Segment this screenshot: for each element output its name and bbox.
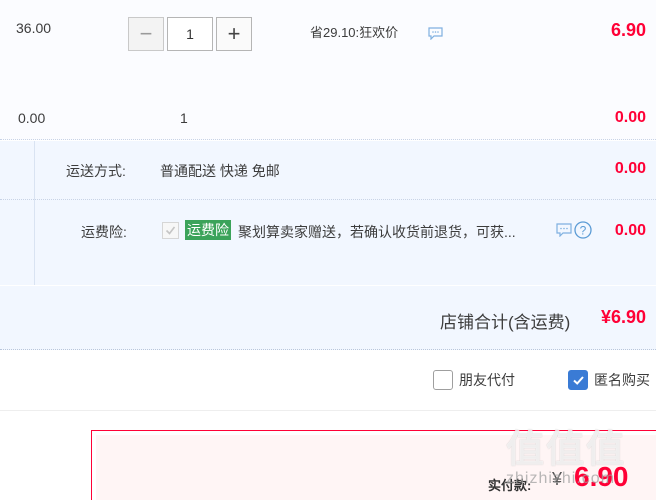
unit-price: 36.00 [16,20,52,36]
decrease-quantity-button[interactable]: − [128,17,164,51]
gift-subtotal: 0.00 [614,109,646,126]
gift-item-row: 0.00 1 0.00 [0,92,656,140]
section-divider [34,141,35,285]
check-icon [165,226,176,235]
row-divider [0,199,656,200]
shipping-method[interactable]: 普通配送 快递 免邮 [160,161,280,181]
store-total-value: ¥6.90 [600,307,646,327]
shipping-section: 运送方式: 普通配送 快递 免邮 0.00 运费险: 运费险 聚划算卖家赠送，若… [0,141,656,285]
discount-text: 省29.10:狂欢价 [310,25,399,40]
help-icon[interactable]: ? [574,221,592,239]
insurance-checkbox[interactable] [162,222,179,239]
store-total-label: 店铺合计(含运费) [440,313,571,332]
svg-text:?: ? [580,224,587,238]
insurance-badge: 运费险 [185,220,231,240]
insurance-description: 聚划算卖家赠送，若确认收货前退货，可获... [238,224,516,240]
watermark-url: zhizhizhi.com [506,470,616,487]
anonymous-purchase-label: 匿名购买 [594,372,650,388]
check-icon [572,375,584,385]
message-icon[interactable] [428,27,443,40]
quantity-input[interactable]: 1 [167,17,213,51]
order-item-row: 36.00 − 1 + 省29.10:狂欢价 6.90 [0,0,656,92]
anonymous-purchase-checkbox[interactable] [568,370,588,390]
insurance-icons: ? [556,221,592,239]
friend-pay-option[interactable]: 朋友代付 [433,370,515,390]
message-icon[interactable] [556,223,572,237]
gift-unit-price: 0.00 [18,110,46,126]
shipping-price: 0.00 [614,160,646,177]
increase-quantity-button[interactable]: + [216,17,252,51]
insurance-label: 运费险: [81,224,127,240]
shipping-label: 运送方式: [66,163,126,179]
item-subtotal: 6.90 [610,20,646,40]
quantity-stepper: − 1 + [128,17,252,51]
insurance-price: 0.00 [614,222,646,239]
store-total-row: 店铺合计(含运费) ¥6.90 [0,286,656,350]
payment-options: 朋友代付 匿名购买 [0,351,656,411]
friend-pay-label: 朋友代付 [459,372,515,388]
friend-pay-checkbox[interactable] [433,370,453,390]
anonymous-purchase-option[interactable]: 匿名购买 [568,370,650,390]
watermark-logo: 值值值 [506,429,627,471]
gift-quantity: 1 [180,110,188,126]
